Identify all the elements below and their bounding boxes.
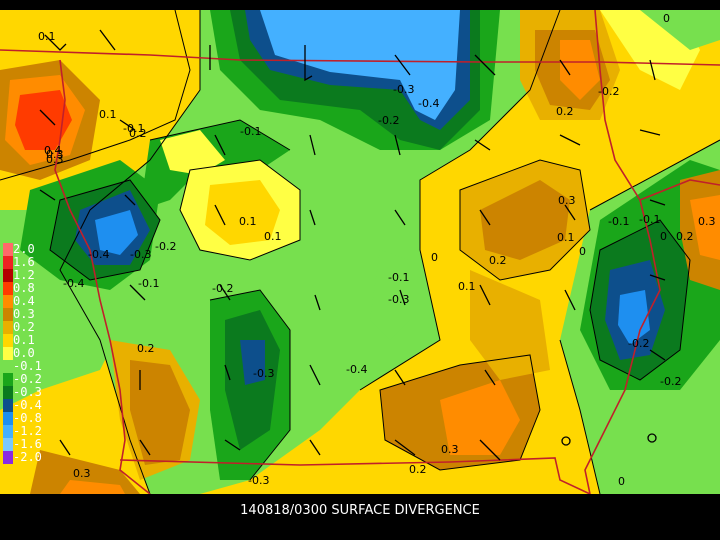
legend-swatch bbox=[3, 243, 13, 256]
legend-swatch bbox=[3, 360, 13, 373]
legend-swatch bbox=[3, 399, 13, 412]
legend-swatch bbox=[3, 321, 13, 334]
contour-label: 0.2 bbox=[137, 342, 155, 355]
contour-label: 0.3 bbox=[441, 443, 459, 456]
contour-label: -0.2 bbox=[155, 240, 176, 253]
contour-label: 0.3 bbox=[73, 467, 91, 480]
contour-label: 0.2 bbox=[409, 463, 427, 476]
legend-swatch bbox=[3, 438, 13, 451]
contour-label: 0.2 bbox=[489, 254, 507, 267]
contour-label: -0.3 bbox=[248, 474, 269, 487]
contour-label: -0.4 bbox=[418, 97, 439, 110]
contour-label: 0 bbox=[660, 230, 667, 243]
contour-label: -0.4 bbox=[88, 248, 109, 261]
color-legend bbox=[3, 243, 13, 464]
contour-label: -0.2 bbox=[212, 282, 233, 295]
divergence-map: 0.10.1-0.10.40.3-0.1-0.3-0.4-0.20.2-0.20… bbox=[0, 10, 720, 494]
contour-label: 0.1 bbox=[264, 230, 282, 243]
contour-label: 0 bbox=[663, 12, 670, 25]
contour-label: 0.3 bbox=[558, 194, 576, 207]
legend-swatch bbox=[3, 386, 13, 399]
contour-label: 0.1 bbox=[38, 30, 56, 43]
contour-label: -0.2 bbox=[628, 337, 649, 350]
contour-label: 0.2 bbox=[676, 230, 694, 243]
contour-label: 0.3 bbox=[46, 148, 64, 161]
legend-labels: 2.0 1.6 1.2 0.8 0.4 0.3 0.2 0.1 0.0 -0.1 -0.2 -0.3-… bbox=[13, 243, 42, 464]
contour-label: 0.1 bbox=[458, 280, 476, 293]
legend-swatch bbox=[3, 334, 13, 347]
legend-swatch bbox=[3, 282, 13, 295]
contour-label: -0.1 bbox=[639, 213, 660, 226]
contour-label: -0.1 bbox=[138, 277, 159, 290]
contour-label: 0.1 bbox=[99, 108, 117, 121]
contour-label: -0.3 bbox=[130, 248, 151, 261]
contour-label: -0.1 bbox=[240, 125, 261, 138]
contour-label: 0 bbox=[431, 251, 438, 264]
contour-label: 0 bbox=[618, 475, 625, 488]
legend-swatch bbox=[3, 451, 13, 464]
contour-label: -0.4 bbox=[63, 277, 84, 290]
contour-label: 0 bbox=[579, 245, 586, 258]
legend-swatch bbox=[3, 425, 13, 438]
contour-label: -0.3 bbox=[253, 367, 274, 380]
contour-label: -0.2 bbox=[378, 114, 399, 127]
legend-swatch bbox=[3, 308, 13, 321]
contour-label: -0.1 bbox=[388, 271, 409, 284]
contour-label: 0.1 bbox=[239, 215, 257, 228]
legend-swatch bbox=[3, 412, 13, 425]
contour-label: 0.2 bbox=[129, 127, 147, 140]
contour-label: 0.2 bbox=[556, 105, 574, 118]
contour-label: -0.3 bbox=[388, 293, 409, 306]
legend-swatch bbox=[3, 295, 13, 308]
contour-label: 0.3 bbox=[698, 215, 716, 228]
legend-swatch bbox=[3, 347, 13, 360]
legend-swatch bbox=[3, 373, 13, 386]
legend-swatch bbox=[3, 269, 13, 282]
contour-label: -0.4 bbox=[346, 363, 367, 376]
contour-label: -0.2 bbox=[598, 85, 619, 98]
contour-label: 0.1 bbox=[557, 231, 575, 244]
contour-label: -0.3 bbox=[393, 83, 414, 96]
contour-label: -0.1 bbox=[608, 215, 629, 228]
legend-swatch bbox=[3, 256, 13, 269]
map-caption: 140818/0300 SURFACE DIVERGENCE bbox=[240, 503, 480, 518]
contour-label: -0.2 bbox=[660, 375, 681, 388]
legend-label: -2.0 bbox=[13, 450, 42, 464]
